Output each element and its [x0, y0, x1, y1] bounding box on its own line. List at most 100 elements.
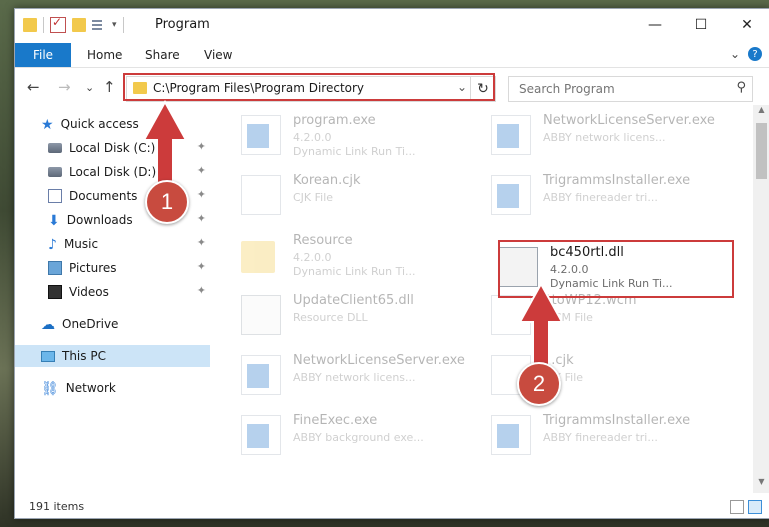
pin-icon[interactable]: ✦	[197, 212, 206, 225]
file-detail: ABBY background exe...	[293, 431, 424, 444]
scroll-down-arrow-icon[interactable]: ▼	[753, 477, 769, 493]
file-detail: Dynamic Link Run Ti...	[293, 265, 416, 278]
arrow-up-2-icon	[518, 282, 564, 371]
exe-icon	[241, 415, 281, 455]
sidebar-item-label: Downloads	[66, 213, 133, 227]
scroll-up-arrow-icon[interactable]: ▲	[753, 105, 769, 121]
pin-icon[interactable]: ✦	[197, 188, 206, 201]
search-input[interactable]	[517, 81, 721, 97]
help-icon[interactable]: ?	[748, 47, 762, 61]
exe-icon	[491, 415, 531, 455]
view-toggle	[730, 500, 762, 514]
cloud-icon: ☁	[41, 317, 55, 333]
file-detail: 4.2.0.0	[293, 131, 332, 144]
list-item[interactable]: NetworkLicenseServer.exe ABBY network li…	[241, 351, 476, 399]
pin-icon[interactable]: ✦	[197, 236, 206, 249]
file-detail: Dynamic Link Run Ti...	[293, 145, 416, 158]
list-item[interactable]: Korean.cjk CJK File	[241, 171, 476, 219]
file-name: program.exe	[293, 113, 376, 128]
step-badge-1: 1	[145, 180, 189, 224]
list-item[interactable]: FineExec.exe ABBY background exe...	[241, 411, 476, 459]
document-icon	[48, 189, 62, 203]
video-icon	[48, 285, 62, 299]
folder-icon	[241, 241, 275, 273]
download-icon: ⬇	[48, 213, 60, 229]
file-detail: 4.2.0.0	[293, 251, 332, 264]
back-button[interactable]: ←	[27, 78, 40, 96]
file-detail: ABBY network licens...	[543, 131, 666, 144]
file-detail: Resource DLL	[293, 311, 368, 324]
folder-icon	[23, 18, 37, 32]
pin-icon[interactable]: ✦	[197, 260, 206, 273]
details-view-icon[interactable]	[730, 500, 744, 514]
exe-icon	[491, 115, 531, 155]
sidebar-item-label: Network	[65, 381, 116, 395]
pin-icon[interactable]: ✦	[197, 140, 206, 153]
large-icons-view-icon[interactable]	[748, 500, 762, 514]
ribbon-right-controls: ⌄ ?	[730, 47, 762, 61]
status-bar: 191 items	[15, 497, 769, 518]
list-item[interactable]: NetworkLicenseServer.exe ABBY network li…	[491, 111, 726, 159]
star-icon: ★	[41, 117, 54, 133]
tab-share[interactable]: Share	[145, 48, 180, 62]
list-item[interactable]: Resource 4.2.0.0 Dynamic Link Run Ti...	[241, 231, 476, 279]
file-name: TrigrammsInstaller.exe	[543, 413, 691, 428]
sidebar-item-this-pc[interactable]: This PC	[15, 345, 210, 367]
navigation-bar: ← → ⌄ ↑ C:\Program Files\Program Directo…	[15, 71, 769, 105]
properties-check-icon[interactable]	[50, 15, 66, 33]
file-detail: CJK File	[293, 191, 334, 204]
picture-icon	[48, 261, 62, 275]
maximize-button[interactable]: ☐	[678, 9, 724, 41]
customize-toolbar-dropdown-icon[interactable]: ▾	[112, 20, 117, 30]
ribbon-tabs: File Home Share View ⌄ ?	[15, 43, 769, 68]
network-icon: ⛓	[41, 381, 59, 397]
tab-view[interactable]: View	[204, 48, 232, 62]
sidebar-item-music[interactable]: ♪ Music ✦	[15, 233, 210, 255]
sidebar-item-label: Documents	[69, 189, 138, 203]
list-item[interactable]: program.exe 4.2.0.0 Dynamic Link Run Ti.…	[241, 111, 476, 159]
tab-file[interactable]: File	[15, 43, 71, 67]
window-controls: — ☐ ✕	[632, 9, 769, 41]
expand-ribbon-icon[interactable]: ⌄	[730, 47, 740, 61]
tab-home[interactable]: Home	[87, 48, 122, 62]
gear-icon	[241, 295, 281, 335]
pin-icon[interactable]: ✦	[197, 164, 206, 177]
pin-icon[interactable]: ✦	[197, 284, 206, 297]
vertical-scrollbar[interactable]: ▲ ▼	[753, 105, 769, 493]
list-item[interactable]: TrigrammsInstaller.exe ABBY finereader t…	[491, 171, 726, 219]
sidebar-item-label: Videos	[69, 285, 109, 299]
file-name: TrigrammsInstaller.exe	[543, 173, 691, 188]
file-name: Resource	[293, 233, 353, 248]
sidebar-item-label: Pictures	[69, 261, 117, 275]
file-detail: ABBY network licens...	[293, 371, 416, 384]
sidebar-item-network[interactable]: ⛓ Network	[15, 377, 210, 399]
search-box[interactable]: ⚲	[508, 76, 753, 102]
quick-access-toolbar: ▾	[23, 15, 124, 33]
exe-icon	[241, 115, 281, 155]
arrow-up-1-icon	[142, 100, 188, 189]
file-list: program.exe 4.2.0.0 Dynamic Link Run Ti.…	[225, 105, 745, 493]
minimize-button[interactable]: —	[632, 9, 678, 41]
item-count: 191 items	[29, 500, 85, 513]
disk-icon	[48, 143, 62, 153]
window-title: Program	[155, 17, 210, 32]
scroll-thumb[interactable]	[756, 123, 767, 179]
sidebar-item-onedrive[interactable]: ☁ OneDrive	[15, 313, 210, 335]
list-item[interactable]: TrigrammsInstaller.exe ABBY finereader t…	[491, 411, 726, 459]
rename-icon[interactable]	[92, 18, 106, 32]
close-button[interactable]: ✕	[724, 9, 769, 41]
up-button[interactable]: ↑	[103, 78, 116, 96]
file-name: UpdateClient65.dll	[293, 293, 414, 308]
sidebar-item-pictures[interactable]: Pictures ✦	[15, 257, 210, 279]
exe-icon	[491, 175, 531, 215]
forward-button[interactable]: →	[58, 78, 71, 96]
file-detail: ABBY finereader tri...	[543, 431, 658, 444]
recent-locations-button[interactable]: ⌄	[85, 81, 94, 94]
search-icon[interactable]: ⚲	[736, 80, 746, 95]
sidebar-item-videos[interactable]: Videos ✦	[15, 281, 210, 303]
list-item[interactable]: UpdateClient65.dll Resource DLL	[241, 291, 476, 339]
music-icon: ♪	[48, 237, 57, 253]
toolbar-divider	[122, 17, 124, 33]
sidebar-item-label: This PC	[62, 349, 106, 363]
new-folder-icon[interactable]	[72, 18, 86, 32]
